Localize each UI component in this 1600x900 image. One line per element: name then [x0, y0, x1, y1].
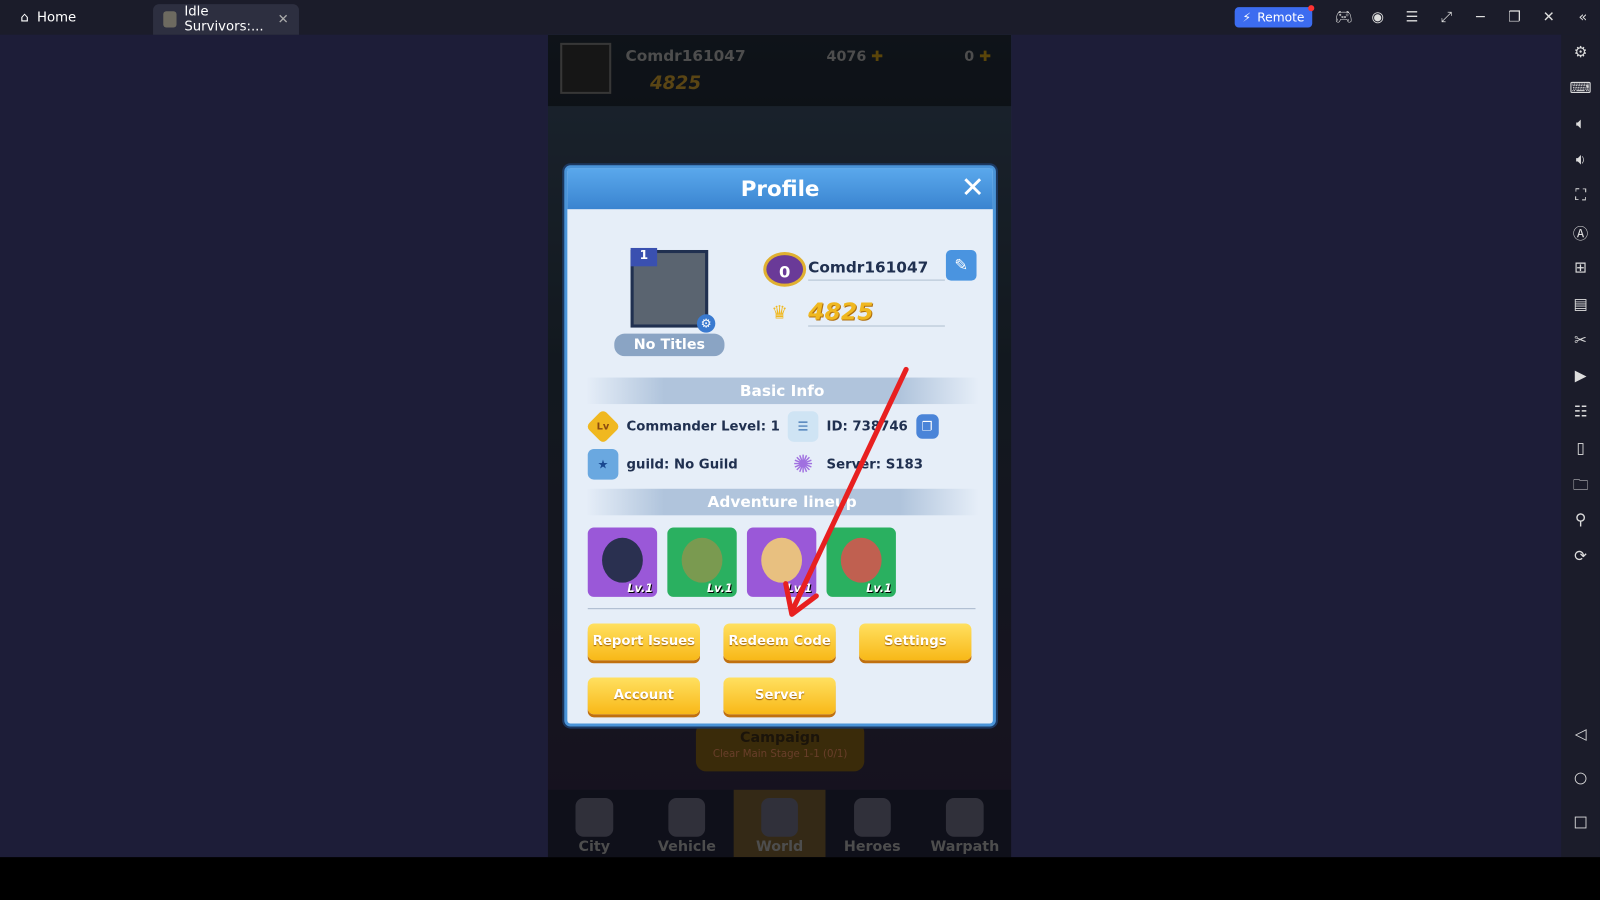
- player-power: 4825: [808, 299, 945, 327]
- commander-level: Lv Commander Level: 1: [585, 409, 780, 444]
- close-dialog-button[interactable]: ✕: [961, 172, 985, 203]
- settings-button[interactable]: Settings: [859, 623, 972, 661]
- server-info: ✺ Server: S183: [788, 449, 923, 480]
- avatar-level-badge: 1: [630, 247, 658, 267]
- commander-level-text: Commander Level: 1: [626, 418, 780, 435]
- player-id-text: ID: 738746: [826, 418, 908, 435]
- redeem-code-button[interactable]: Redeem Code: [723, 623, 836, 661]
- home-tab[interactable]: ⌂ Home: [0, 0, 153, 35]
- edit-name-button[interactable]: ✎: [945, 249, 977, 281]
- apk-icon[interactable]: ▤: [1561, 295, 1600, 313]
- server-text: Server: S183: [826, 456, 923, 472]
- hero-level: Lv.1: [786, 581, 813, 595]
- close-tab-icon[interactable]: ✕: [278, 12, 289, 27]
- server-button[interactable]: Server: [723, 677, 836, 715]
- record-icon[interactable]: ▶: [1561, 366, 1600, 384]
- hero-level: Lv.1: [866, 581, 892, 595]
- account-icon[interactable]: ◉: [1361, 0, 1395, 35]
- game-tab[interactable]: Idle Survivors:... ✕: [153, 4, 299, 35]
- menu-icon[interactable]: ☰: [1395, 0, 1429, 35]
- power-wings-icon: ♛: [771, 302, 788, 324]
- minimize-icon[interactable]: ─: [1463, 0, 1497, 35]
- guild-info: ★ guild: No Guild: [587, 448, 738, 480]
- expand-icon[interactable]: ⤢: [1429, 0, 1463, 35]
- divider: [587, 608, 976, 610]
- report-issues-button[interactable]: Report Issues: [587, 623, 700, 661]
- bottom-black-bar: [0, 857, 1600, 900]
- lightning-icon: ⚡: [1242, 10, 1252, 25]
- screenshot-icon[interactable]: ⛶: [1561, 186, 1600, 204]
- macro-icon[interactable]: Ⓐ: [1561, 222, 1600, 243]
- profile-dialog: Profile ✕ 1 ⚙ No Titles 0 Comdr161047 ✎ …: [564, 165, 996, 727]
- hero-card[interactable]: Lv.1: [587, 527, 658, 597]
- server-icon: ✺: [792, 449, 814, 479]
- hero-level: Lv.1: [627, 581, 654, 595]
- hero-card[interactable]: Lv.1: [667, 527, 737, 597]
- avatar-settings-icon[interactable]: ⚙: [696, 314, 716, 333]
- restore-icon[interactable]: ❐: [1497, 0, 1531, 35]
- gamepad-icon[interactable]: 🎮︎: [1327, 0, 1361, 35]
- settings-icon[interactable]: ⚙: [1561, 43, 1600, 61]
- guild-text: guild: No Guild: [626, 456, 738, 472]
- id-card-icon: ☰: [787, 411, 819, 442]
- dialog-title: Profile: [567, 168, 993, 210]
- home-circle-icon[interactable]: ○: [1561, 768, 1600, 786]
- rank-badge-icon: 0: [763, 252, 807, 287]
- close-icon[interactable]: ✕: [1532, 0, 1566, 35]
- volume-down-icon[interactable]: 🔉︎: [1561, 150, 1600, 168]
- game-icon: [163, 11, 177, 28]
- location-icon[interactable]: ⚲: [1561, 510, 1600, 528]
- hero-level: Lv.1: [707, 581, 733, 595]
- remote-button[interactable]: ⚡ Remote: [1234, 5, 1315, 28]
- lineup-header: Adventure lineup: [585, 488, 979, 516]
- copy-icon[interactable]: ❐: [915, 414, 939, 439]
- hero-card[interactable]: Lv.1: [746, 527, 817, 597]
- title-bar: ⌂ Home Idle Survivors:... ✕ ⚡ Remote 🎮︎ …: [0, 0, 1600, 35]
- account-button[interactable]: Account: [587, 677, 700, 715]
- hero-lineup: Lv.1 Lv.1 Lv.1 Lv.1: [587, 527, 896, 597]
- level-icon: Lv: [585, 409, 621, 444]
- basic-info-header: Basic Info: [585, 377, 979, 405]
- player-title[interactable]: No Titles: [614, 333, 725, 357]
- rotate-icon[interactable]: ⟳: [1561, 547, 1600, 565]
- player-name: Comdr161047: [808, 258, 945, 281]
- script-icon[interactable]: ☷: [1561, 402, 1600, 420]
- player-id: ☰ ID: 738746 ❐: [787, 411, 939, 442]
- shake-icon[interactable]: ▯: [1561, 439, 1600, 457]
- hero-card[interactable]: Lv.1: [826, 527, 896, 597]
- notification-dot: [1308, 5, 1315, 12]
- game-tab-label: Idle Survivors:...: [184, 4, 264, 35]
- back-icon[interactable]: ◁: [1561, 724, 1600, 742]
- remote-label: Remote: [1257, 10, 1305, 25]
- guild-shield-icon: ★: [587, 448, 619, 480]
- right-toolbar: ⚙ ⌨ 🔈︎ 🔉︎ ⛶ Ⓐ ⊞ ▤ ✂ ▶ ☷ ▯ 🗀 ⚲ ⟳ ◁ ○ □: [1561, 34, 1600, 858]
- collapse-sidebar-icon[interactable]: «: [1566, 0, 1600, 35]
- keyboard-icon[interactable]: ⌨: [1561, 79, 1600, 97]
- multi-instance-icon[interactable]: ⊞: [1561, 258, 1600, 276]
- home-tab-label: Home: [37, 9, 77, 25]
- scissors-icon[interactable]: ✂: [1561, 331, 1600, 349]
- home-icon: ⌂: [20, 9, 29, 25]
- recents-icon[interactable]: □: [1561, 812, 1600, 830]
- folder-icon[interactable]: 🗀: [1561, 474, 1600, 500]
- volume-up-icon[interactable]: 🔈︎: [1561, 114, 1600, 132]
